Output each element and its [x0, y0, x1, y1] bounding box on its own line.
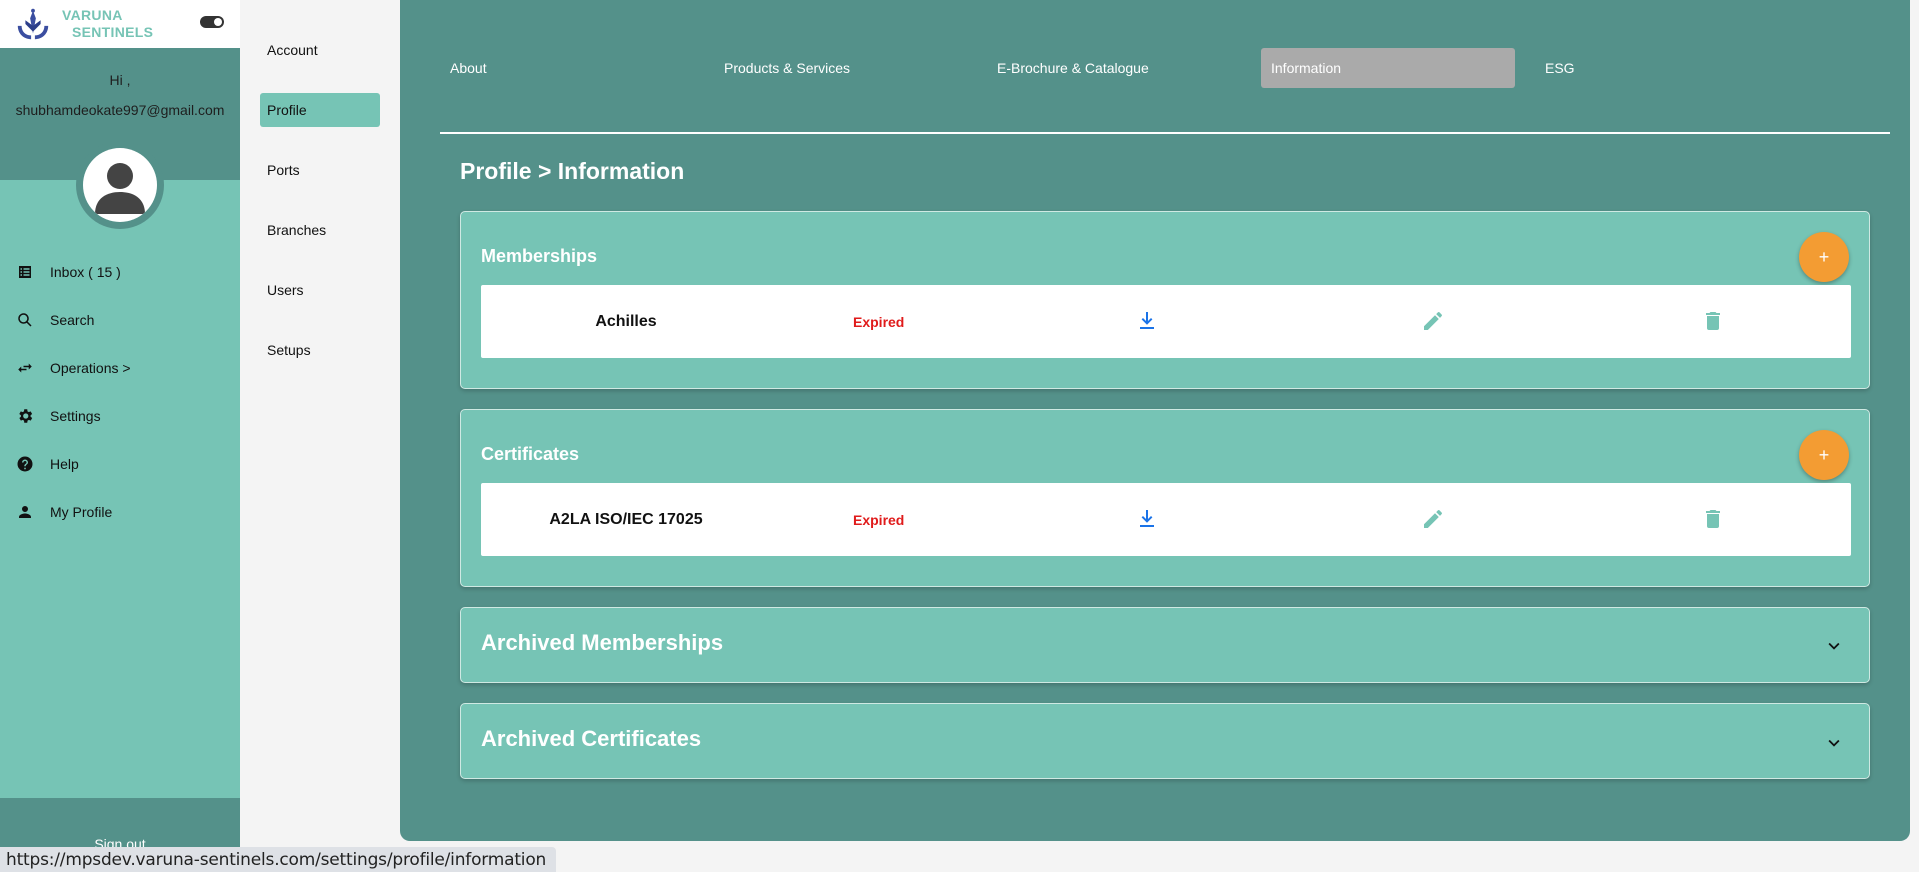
sidebar-item-label: Inbox ( 15 ): [50, 264, 121, 280]
add-membership-button[interactable]: +: [1799, 232, 1849, 282]
sidebar-item-label: Help: [50, 456, 79, 472]
user-email: shubhamdeokate997@gmail.com: [15, 102, 225, 118]
sidebar-item-label: Operations >: [50, 360, 131, 376]
search-icon: [18, 313, 32, 327]
memberships-card: Memberships + Achilles Expired: [460, 211, 1870, 389]
sidebar-item-my-profile[interactable]: My Profile: [0, 488, 240, 536]
subnav-item-branches[interactable]: Branches: [260, 213, 380, 247]
subnav-item-ports[interactable]: Ports: [260, 153, 380, 187]
certificate-row: A2LA ISO/IEC 17025 Expired: [481, 483, 1851, 556]
certificates-title: Certificates: [481, 444, 580, 464]
gear-icon: [19, 409, 33, 423]
membership-row: Achilles Expired: [481, 285, 1851, 358]
download-icon[interactable]: [1135, 507, 1159, 531]
status-badge: Expired: [853, 511, 905, 528]
archived-memberships-accordion[interactable]: Archived Memberships: [460, 607, 1870, 683]
delete-trash-icon[interactable]: [1701, 507, 1725, 531]
subnav-item-users[interactable]: Users: [260, 273, 380, 307]
subnav-item-profile[interactable]: Profile: [260, 93, 380, 127]
browser-status-url: https://mpsdev.varuna-sentinels.com/sett…: [0, 847, 557, 872]
certificates-card: Certificates + A2LA ISO/IEC 17025 Expire…: [460, 409, 1870, 587]
archived-memberships-title: Archived Memberships: [481, 630, 724, 655]
sidebar-item-label: Search: [50, 312, 95, 328]
tab-products-services[interactable]: Products & Services: [714, 48, 914, 88]
theme-toggle[interactable]: [200, 16, 224, 28]
sidebar: VARUNA SENTINELS Hi , shubhamdeokate997@…: [0, 0, 240, 872]
tabs-divider: [440, 132, 1890, 134]
logo-line-1: VARUNA: [62, 7, 123, 23]
download-icon[interactable]: [1135, 309, 1159, 333]
edit-pencil-icon[interactable]: [1421, 309, 1445, 333]
archived-certificates-title: Archived Certificates: [481, 726, 702, 751]
person-icon: [19, 506, 31, 518]
membership-name: Achilles: [595, 312, 657, 330]
sidebar-item-label: My Profile: [50, 504, 113, 520]
edit-pencil-icon[interactable]: [1421, 507, 1445, 531]
delete-trash-icon[interactable]: [1701, 309, 1725, 333]
settings-subnav: Account Profile Ports Branches Users Set…: [240, 0, 400, 872]
tab-esg[interactable]: ESG: [1535, 48, 1595, 88]
tab-information[interactable]: Information: [1261, 48, 1515, 88]
person-avatar-icon: [95, 163, 145, 214]
memberships-title: Memberships: [481, 246, 598, 266]
sidebar-item-search[interactable]: Search: [0, 296, 240, 344]
subnav-item-setups[interactable]: Setups: [260, 333, 380, 367]
logo-text: VARUNA SENTINELS: [62, 7, 153, 41]
subnav-item-account[interactable]: Account: [260, 33, 380, 67]
page-title: Profile > Information: [460, 158, 685, 184]
inbox-icon: [19, 266, 31, 278]
main-panel: About Products & Services E-Brochure & C…: [400, 0, 1910, 841]
varuna-logo-icon: [17, 8, 49, 40]
logo-line-2: SENTINELS: [72, 24, 154, 40]
sidebar-item-label: Settings: [50, 408, 101, 424]
greeting-text: Hi ,: [109, 72, 131, 88]
help-icon: [17, 456, 33, 472]
certificate-name: A2LA ISO/IEC 17025: [549, 510, 703, 528]
sidebar-item-help[interactable]: Help: [0, 440, 240, 488]
add-certificate-button[interactable]: +: [1799, 430, 1849, 480]
chevron-down-icon[interactable]: [1823, 635, 1845, 657]
sidebar-nav: Inbox ( 15 ) Search Operations > Setting…: [0, 248, 240, 536]
sidebar-item-operations[interactable]: Operations >: [0, 344, 240, 392]
chevron-down-icon[interactable]: [1823, 732, 1845, 754]
status-badge: Expired: [853, 313, 905, 330]
tab-about[interactable]: About: [440, 48, 640, 88]
avatar[interactable]: [76, 141, 164, 229]
profile-tabs: About Products & Services E-Brochure & C…: [440, 48, 1590, 88]
tab-e-brochure[interactable]: E-Brochure & Catalogue: [987, 48, 1207, 88]
logo-bar: VARUNA SENTINELS: [0, 0, 240, 48]
sidebar-item-inbox[interactable]: Inbox ( 15 ): [0, 248, 240, 296]
sidebar-item-settings[interactable]: Settings: [0, 392, 240, 440]
archived-certificates-accordion[interactable]: Archived Certificates: [460, 703, 1870, 779]
swap-arrows-icon: [18, 363, 32, 373]
